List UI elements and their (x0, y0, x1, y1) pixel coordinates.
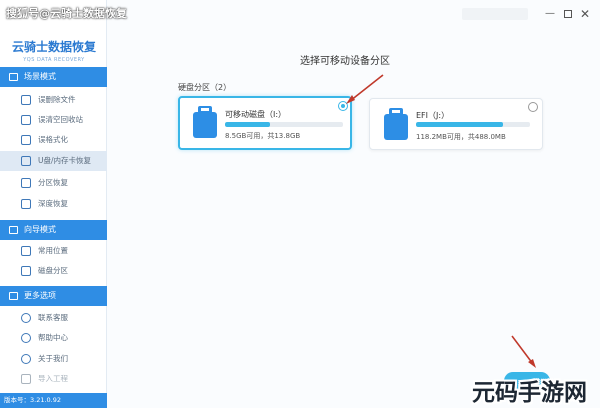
format-icon (21, 135, 31, 145)
nav-item-about-us[interactable]: 关于我们 (0, 349, 107, 369)
section-header-scene-mode: 场景模式 (0, 67, 107, 87)
info-icon (21, 354, 31, 364)
drive-usage-bar (225, 122, 343, 127)
app-window: 云骑士数据恢复 YQS DATA RECOVERY 场景模式 误删除文件 误清空… (0, 0, 600, 408)
drive-size: 118.2MB可用，共488.0MB (416, 133, 506, 141)
section-title: 更多选项 (24, 291, 56, 300)
nav-item-import-project: 导入工程 (0, 369, 107, 389)
drive-usage-bar (416, 122, 530, 127)
nav-item-common-locations[interactable]: 常用位置 (0, 241, 107, 261)
drive-usage-fill (225, 122, 270, 127)
deep-scan-icon (21, 199, 31, 209)
nav-item-partition-recovery[interactable]: 分区恢复 (0, 173, 107, 193)
nav-label: 磁盘分区 (38, 266, 68, 275)
title-bar-slot (462, 8, 528, 20)
annotation-arrow-icon (511, 335, 536, 368)
folder-icon (21, 246, 31, 256)
recycle-bin-icon (21, 115, 31, 125)
nav-label: 深度恢复 (38, 199, 68, 208)
drive-size: 8.5GB可用，共13.8GB (225, 132, 301, 140)
import-icon (21, 374, 31, 384)
nav-item-contact-support[interactable]: 联系客服 (0, 308, 107, 328)
file-icon (21, 95, 31, 105)
usb-drive-icon (193, 106, 217, 138)
nav-label: 分区恢复 (38, 178, 68, 187)
scene-mode-icon (9, 73, 18, 81)
drive-card-removable-disk[interactable]: 可移动磁盘（I:） 8.5GB可用，共13.8GB (178, 96, 352, 150)
annotation-arrow-icon (346, 74, 384, 104)
nav-label: 帮助中心 (38, 333, 68, 342)
nav-label: U盘/内存卡恢复 (38, 156, 92, 165)
nav-item-format[interactable]: 误格式化 (0, 130, 107, 150)
drive-usage-fill (416, 122, 503, 127)
nav-item-usb-recovery[interactable]: U盘/内存卡恢复 (0, 151, 107, 171)
logo-title: 云骑士数据恢复 (11, 40, 96, 54)
headset-icon (21, 313, 31, 323)
nav-label: 关于我们 (38, 354, 68, 363)
maximize-icon[interactable] (564, 10, 572, 18)
nav-label: 联系客服 (38, 313, 68, 322)
partition-section-label: 硬盘分区（2） (178, 83, 232, 92)
site-watermark-logo: 元码手游网 (472, 380, 587, 406)
nav-item-recycle-bin[interactable]: 误清空回收站 (0, 110, 107, 130)
drive-radio-unselected[interactable] (528, 102, 538, 112)
app-logo: 云骑士数据恢复 YQS DATA RECOVERY (8, 38, 100, 63)
usb-drive-icon (21, 156, 31, 166)
nav-item-deep-recovery[interactable]: 深度恢复 (0, 194, 107, 214)
nav-label: 误清空回收站 (38, 115, 83, 124)
logo-subtitle: YQS DATA RECOVERY (23, 57, 85, 63)
partition-icon (21, 178, 31, 188)
drive-card-efi[interactable]: EFI（J:） 118.2MB可用，共488.0MB (369, 98, 543, 150)
version-label: 版本号：3.21.0.92 (0, 393, 107, 408)
sidebar: 云骑士数据恢复 YQS DATA RECOVERY 场景模式 误删除文件 误清空… (0, 0, 107, 408)
watermark: 搜狐号@云骑士数据恢复 (6, 7, 127, 20)
nav-label: 常用位置 (38, 246, 68, 255)
minimize-icon[interactable]: — (545, 8, 555, 20)
wizard-mode-icon (9, 226, 18, 234)
nav-label: 误格式化 (38, 135, 68, 144)
usb-drive-icon (384, 108, 408, 140)
drive-name: EFI（J:） (416, 111, 450, 120)
nav-label: 误删除文件 (38, 95, 76, 104)
section-header-more-options: 更多选项 (0, 286, 107, 306)
help-icon (21, 333, 31, 343)
nav-item-disk-partition[interactable]: 磁盘分区 (0, 261, 107, 281)
disk-icon (21, 266, 31, 276)
more-options-icon (9, 292, 18, 300)
page-title: 选择可移动设备分区 (300, 56, 390, 67)
close-icon[interactable]: ✕ (580, 8, 592, 20)
nav-label: 导入工程 (38, 374, 68, 383)
nav-item-help-center[interactable]: 帮助中心 (0, 328, 107, 348)
section-title: 场景模式 (24, 72, 56, 81)
nav-item-deleted-files[interactable]: 误删除文件 (0, 90, 107, 110)
section-header-wizard-mode: 向导模式 (0, 220, 107, 240)
section-title: 向导模式 (24, 225, 56, 234)
drive-name: 可移动磁盘（I:） (225, 110, 287, 119)
